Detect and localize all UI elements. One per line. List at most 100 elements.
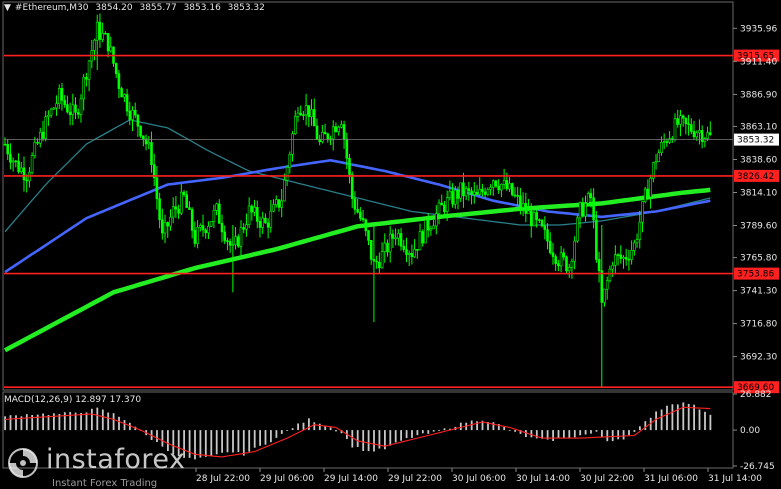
candle-body <box>204 229 207 234</box>
candle-body <box>562 252 566 258</box>
candle-body <box>684 117 688 124</box>
time-tick-label: 29 Jul 06:00 <box>260 474 314 484</box>
candle-body <box>348 158 351 175</box>
candle-body <box>543 225 547 230</box>
candle-body <box>372 258 376 262</box>
candle-body <box>529 210 533 227</box>
candle-body <box>44 116 48 139</box>
candle-body <box>364 219 368 232</box>
price-tick-label: 3886.90 <box>740 90 777 100</box>
macd-bar <box>280 430 283 434</box>
macd-bar <box>356 430 359 447</box>
candle-body <box>508 183 511 190</box>
candle-body <box>93 39 96 51</box>
macd-bar <box>237 430 240 453</box>
macd-bar <box>242 430 245 456</box>
header-high: 3855.77 <box>139 3 177 13</box>
candle-body <box>147 142 151 145</box>
candle-body <box>589 193 593 199</box>
candle-body <box>695 132 699 138</box>
candle-body <box>679 115 682 125</box>
candle-body <box>548 240 552 254</box>
header-arrow-icon[interactable]: ▼ <box>4 3 11 13</box>
candle-body <box>605 280 609 290</box>
price-tick-label: 3911.40 <box>740 57 777 67</box>
candle <box>30 152 34 175</box>
macd-bar <box>210 430 213 456</box>
candle-body <box>19 167 23 172</box>
macd-tick-label: -26.745 <box>740 462 775 472</box>
candle-body <box>478 188 482 195</box>
macd-bar <box>557 430 560 439</box>
macd-bar <box>259 430 261 446</box>
macd-bar <box>221 430 223 453</box>
candle-body <box>11 160 15 163</box>
chart-header: ▼ #Ethereum,M30 3854.20 3855.77 3853.16 3… <box>4 3 269 13</box>
candle-body <box>600 270 604 303</box>
candle-body <box>261 217 265 228</box>
price-tick-label: 3838.60 <box>740 156 777 166</box>
candle-body <box>250 205 254 213</box>
candle-body <box>483 191 487 195</box>
macd-bar <box>123 420 126 431</box>
candle-body <box>280 200 284 208</box>
candle-body <box>413 249 416 258</box>
candle-body <box>109 46 113 52</box>
macd-bar <box>15 415 17 431</box>
price-tick-label: 3692.30 <box>740 353 777 363</box>
candle-body <box>277 199 281 208</box>
candle-body <box>30 155 34 173</box>
candle-body <box>25 179 29 182</box>
candle-body <box>595 219 598 260</box>
candle-body <box>627 258 631 261</box>
candle-body <box>79 98 83 115</box>
candle-body <box>139 125 142 137</box>
candle-body <box>182 191 186 195</box>
candle-body <box>104 32 107 35</box>
candle-body <box>131 110 134 121</box>
candle-body <box>231 244 235 246</box>
macd-bar <box>194 430 196 460</box>
candle-body <box>180 191 183 214</box>
candle-body <box>513 194 517 197</box>
candle-body <box>264 217 267 224</box>
candle-body <box>551 252 555 257</box>
candle-body <box>538 219 541 221</box>
candle-body <box>622 257 625 259</box>
macd-bar <box>459 422 462 431</box>
macd-bar <box>313 422 316 431</box>
candle-body <box>55 103 58 109</box>
candle-body <box>98 21 102 40</box>
macd-bar <box>302 422 305 430</box>
candle-body <box>38 131 42 144</box>
candle-body <box>136 114 140 127</box>
macd-bar <box>563 430 565 438</box>
macd-bar <box>682 402 685 431</box>
candle-body <box>565 256 568 272</box>
candle-body <box>611 265 614 270</box>
candle-body <box>66 104 69 113</box>
candle-body <box>177 208 180 214</box>
candle-body <box>521 203 525 208</box>
price-tick-label: 3716.80 <box>740 320 777 330</box>
macd-bar <box>253 430 256 448</box>
candle-body <box>630 250 633 260</box>
candle-body <box>386 242 389 253</box>
macd-bar <box>595 430 598 432</box>
candle-body <box>434 213 438 227</box>
candle-body <box>234 236 237 245</box>
macd-bar <box>639 426 641 431</box>
candle-body <box>296 112 300 117</box>
candle-body <box>158 198 161 221</box>
candle-body <box>524 203 528 214</box>
macd-bar <box>655 411 657 431</box>
candle-body <box>326 133 330 140</box>
candle-body <box>6 144 9 155</box>
candle-body <box>299 112 303 115</box>
macd-bar <box>389 430 392 446</box>
candle-body <box>150 142 153 166</box>
watermark-brand: instaforex <box>46 444 186 475</box>
candle <box>209 221 213 227</box>
candle-body <box>665 141 669 143</box>
candle-body <box>310 109 313 117</box>
